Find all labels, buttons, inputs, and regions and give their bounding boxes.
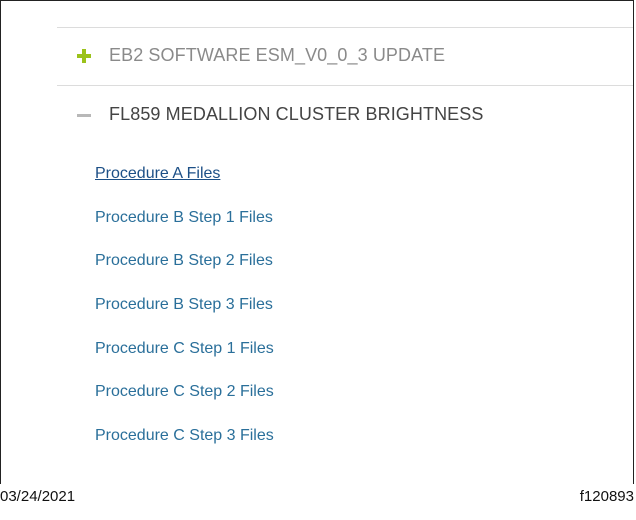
list-item: Procedure B Step 3 Files [95, 292, 274, 336]
procedure-c-step-1-files-link[interactable]: Procedure C Step 1 Files [95, 340, 274, 357]
procedure-b-step-1-files-link[interactable]: Procedure B Step 1 Files [95, 209, 273, 226]
procedure-a-files-link[interactable]: Procedure A Files [95, 165, 220, 182]
screenshot-frame: EB2 SOFTWARE ESM_V0_0_3 UPDATE FL859 MED… [0, 0, 634, 484]
section-divider [57, 85, 633, 86]
list-item: Procedure C Step 1 Files [95, 336, 274, 380]
file-link-list: Procedure A Files Procedure B Step 1 Fil… [95, 161, 274, 467]
minus-icon[interactable] [77, 108, 91, 122]
accordion-section-label[interactable]: EB2 SOFTWARE ESM_V0_0_3 UPDATE [109, 45, 445, 66]
list-item: Procedure B Step 2 Files [95, 248, 274, 292]
section-divider [57, 27, 633, 28]
procedure-b-step-3-files-link[interactable]: Procedure B Step 3 Files [95, 296, 273, 313]
procedure-c-step-3-files-link[interactable]: Procedure C Step 3 Files [95, 427, 274, 444]
accordion-section-label[interactable]: FL859 MEDALLION CLUSTER BRIGHTNESS [109, 104, 484, 125]
figure-id: f120893 [579, 488, 634, 505]
list-item: Procedure C Step 2 Files [95, 379, 274, 423]
accordion-section-fl859-medallion[interactable]: FL859 MEDALLION CLUSTER BRIGHTNESS [77, 104, 484, 125]
procedure-c-step-2-files-link[interactable]: Procedure C Step 2 Files [95, 383, 274, 400]
accordion-section-eb2-software[interactable]: EB2 SOFTWARE ESM_V0_0_3 UPDATE [77, 45, 445, 66]
list-item: Procedure C Step 3 Files [95, 423, 274, 467]
footer-date: 03/24/2021 [0, 488, 76, 505]
list-item: Procedure A Files [95, 161, 274, 205]
procedure-b-step-2-files-link[interactable]: Procedure B Step 2 Files [95, 252, 273, 269]
list-item: Procedure B Step 1 Files [95, 205, 274, 249]
plus-icon[interactable] [77, 48, 91, 63]
